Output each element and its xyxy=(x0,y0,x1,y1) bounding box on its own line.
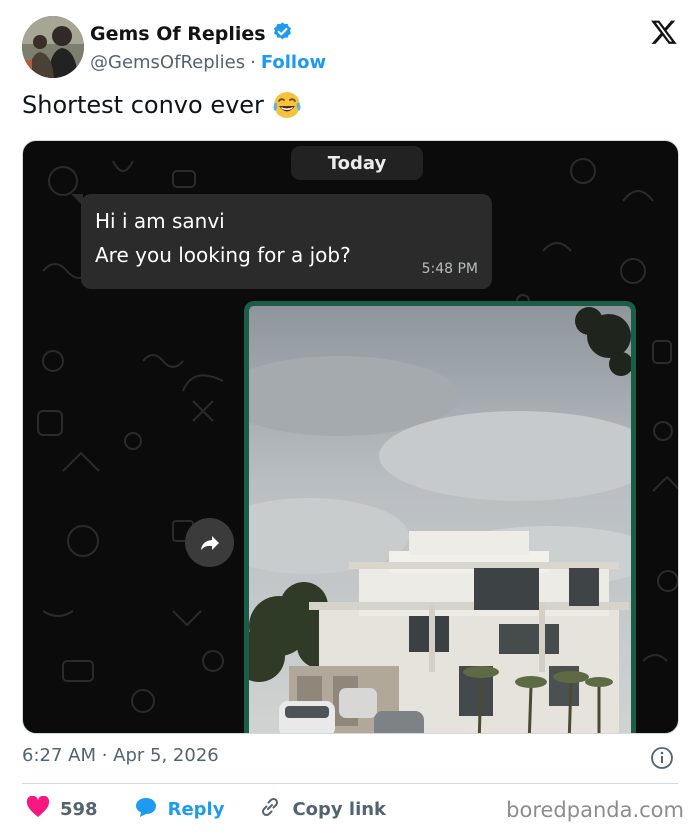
x-logo-icon[interactable] xyxy=(650,18,678,46)
shared-photo[interactable] xyxy=(244,301,636,733)
chat-message-time: 5:48 PM xyxy=(421,261,478,277)
tweet-media-image[interactable]: Today Hi i am sanvi Are you looking for … xyxy=(22,140,679,734)
reply-button[interactable]: Reply xyxy=(134,796,225,823)
reply-bubble-icon xyxy=(134,796,158,823)
laughing-tears-emoji-icon xyxy=(272,90,302,120)
chat-message-line: Are you looking for a job? xyxy=(95,243,351,267)
verified-badge-icon xyxy=(272,21,293,47)
info-icon[interactable] xyxy=(650,746,674,770)
tweet-actions: 598 Reply Copy link xyxy=(26,795,386,824)
like-count: 598 xyxy=(60,798,98,820)
reply-label: Reply xyxy=(167,798,225,820)
author-avatar[interactable] xyxy=(22,16,84,78)
follow-button[interactable]: Follow xyxy=(261,52,326,73)
divider xyxy=(22,783,678,784)
author-block: Gems Of Replies @GemsOfReplies · Follow xyxy=(90,22,326,74)
author-handle[interactable]: @GemsOfReplies xyxy=(90,52,245,73)
copy-link-label: Copy link xyxy=(292,798,387,820)
tweet-text: Shortest convo ever xyxy=(22,90,302,120)
mansion-photo xyxy=(249,306,631,733)
chat-message-line: Hi i am sanvi xyxy=(95,209,225,233)
chat-message-bubble[interactable]: Hi i am sanvi Are you looking for a job?… xyxy=(71,194,492,289)
author-name[interactable]: Gems Of Replies xyxy=(90,23,266,45)
bubble-tail xyxy=(71,194,83,206)
handle-separator: · xyxy=(250,51,256,73)
source-watermark: boredpanda.com xyxy=(506,798,684,822)
like-button[interactable]: 598 xyxy=(26,795,98,823)
copy-link-button[interactable]: Copy link xyxy=(258,795,386,824)
tweet-timestamp[interactable]: 6:27 AM · Apr 5, 2026 xyxy=(22,745,219,766)
tweet-body: Shortest convo ever xyxy=(22,91,264,119)
link-icon xyxy=(258,795,282,824)
forward-icon[interactable] xyxy=(185,518,234,567)
heart-icon xyxy=(26,795,50,823)
chat-date-separator: Today xyxy=(291,146,423,180)
